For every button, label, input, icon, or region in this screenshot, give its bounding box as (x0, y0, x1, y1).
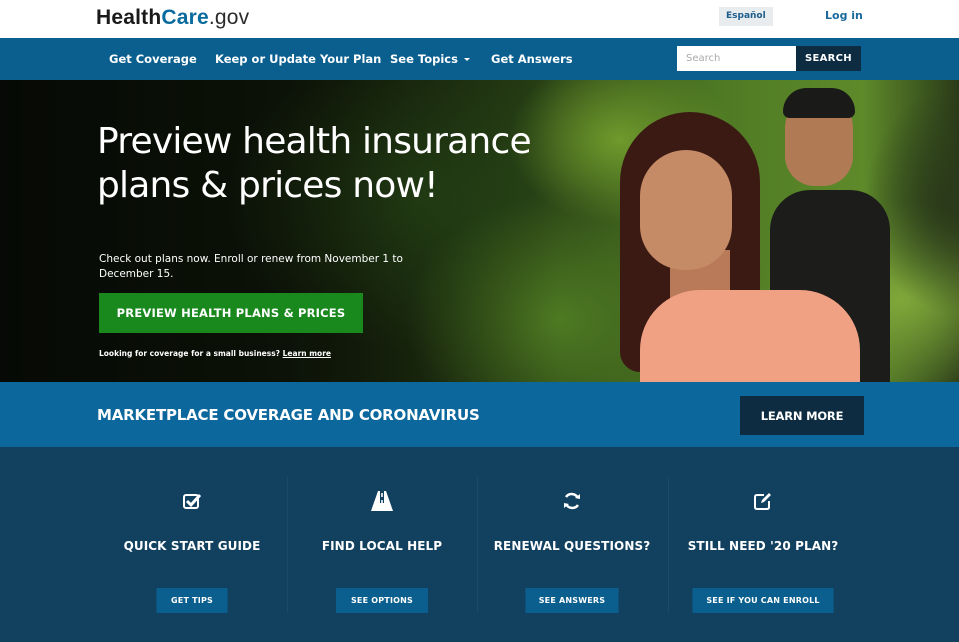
hero-title: Preview health insurance plans & prices … (97, 121, 532, 206)
get-tips-button[interactable]: GET TIPS (156, 588, 228, 613)
site-header: HealthCare.gov Español Log in (0, 0, 959, 38)
main-nav: Get Coverage Keep or Update Your Plan Se… (0, 38, 959, 80)
logo-care: Care (161, 6, 209, 29)
preview-plans-button[interactable]: PREVIEW HEALTH PLANS & PRICES (99, 293, 363, 333)
hero-subtitle: Check out plans now. Enroll or renew fro… (99, 253, 403, 280)
road-icon (287, 491, 477, 513)
healthcare-gov-logo[interactable]: HealthCare.gov (96, 6, 249, 30)
chevron-down-icon (463, 58, 470, 61)
see-options-button[interactable]: SEE OPTIONS (336, 588, 428, 613)
hero-photo-woman-face (640, 150, 732, 270)
hero-photo-man-hair (783, 88, 855, 118)
nav-get-coverage[interactable]: Get Coverage (109, 52, 197, 66)
refresh-icon (477, 491, 667, 513)
features-section: QUICK START GUIDE GET TIPS FIND LOCAL HE… (0, 447, 959, 642)
edit-icon (668, 491, 858, 513)
nav-see-topics[interactable]: See Topics (390, 52, 470, 66)
feature-title: FIND LOCAL HELP (321, 539, 443, 553)
feature-title: RENEWAL QUESTIONS? (493, 539, 651, 553)
nav-label: Get Coverage (109, 52, 197, 66)
nav-label: Keep or Update Your Plan (215, 52, 382, 66)
checkbox-icon (97, 491, 287, 513)
feature-still-need-plan: STILL NEED '20 PLAN? SEE IF YOU CAN ENRO… (668, 477, 858, 617)
coronavirus-banner: MARKETPLACE COVERAGE AND CORONAVIRUS LEA… (0, 382, 959, 447)
feature-renewal: RENEWAL QUESTIONS? SEE ANSWERS (477, 477, 667, 617)
nav-label: Get Answers (491, 52, 573, 66)
logo-health: Health (96, 6, 162, 29)
learn-more-button[interactable]: LEARN MORE (740, 396, 864, 435)
banner-title: MARKETPLACE COVERAGE AND CORONAVIRUS (97, 406, 480, 424)
login-link[interactable]: Log in (825, 9, 863, 22)
small-business-learn-more-link[interactable]: Learn more (283, 349, 331, 358)
feature-title: STILL NEED '20 PLAN? (687, 539, 839, 553)
logo-gov: .gov (208, 6, 250, 29)
feature-title: QUICK START GUIDE (123, 539, 261, 553)
feature-local-help: FIND LOCAL HELP SEE OPTIONS (287, 477, 477, 617)
small-business-note: Looking for coverage for a small busines… (99, 349, 331, 358)
search-button[interactable]: SEARCH (796, 46, 861, 71)
nav-get-answers[interactable]: Get Answers (491, 52, 573, 66)
feature-quick-start: QUICK START GUIDE GET TIPS (97, 477, 287, 617)
see-answers-button[interactable]: SEE ANSWERS (525, 588, 619, 613)
espanol-link[interactable]: Español (719, 7, 773, 26)
search-input[interactable] (677, 46, 796, 71)
see-if-you-can-enroll-button[interactable]: SEE IF YOU CAN ENROLL (692, 588, 834, 613)
hero-photo-woman-shirt (640, 290, 860, 382)
small-business-text: Looking for coverage for a small busines… (99, 349, 281, 358)
nav-keep-update-plan[interactable]: Keep or Update Your Plan (215, 52, 381, 66)
nav-label: See Topics (390, 52, 458, 66)
